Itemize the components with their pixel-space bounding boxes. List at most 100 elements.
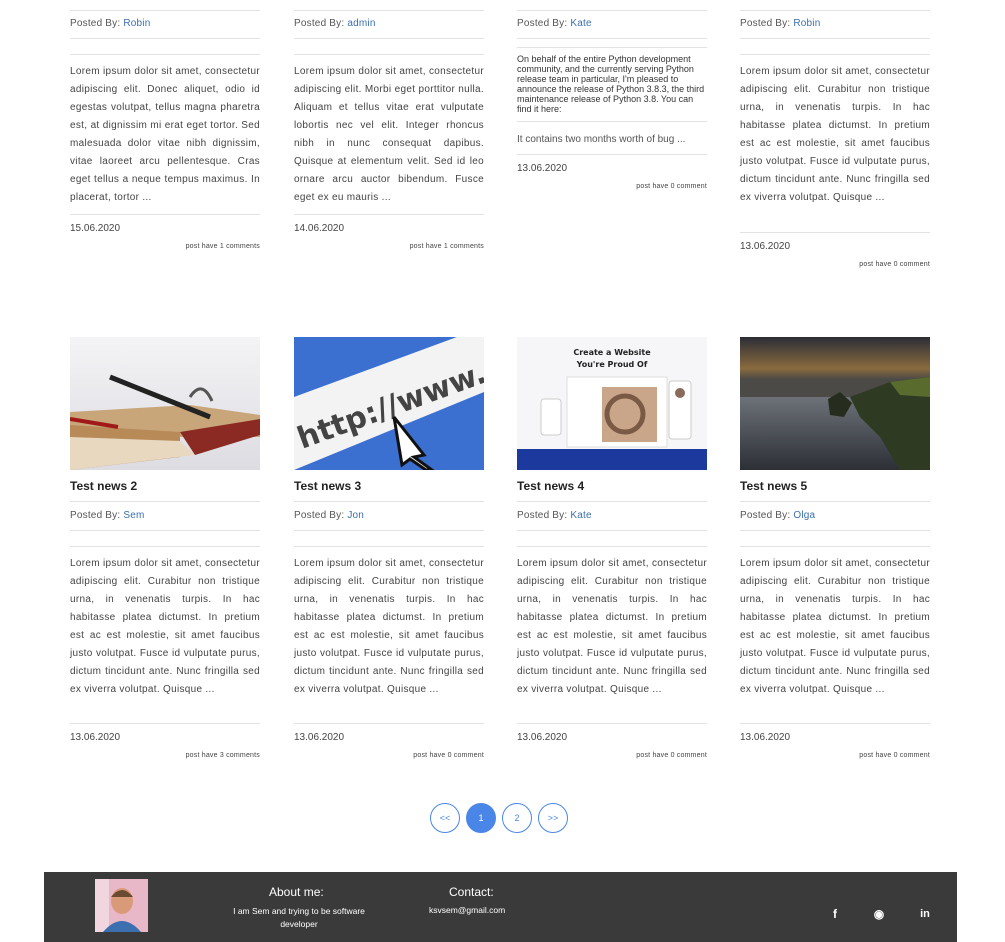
divider	[294, 38, 484, 39]
github-icon[interactable]: ◉	[871, 906, 887, 922]
divider	[70, 546, 260, 547]
post-date: 15.06.2020	[70, 223, 121, 234]
divider	[740, 54, 930, 55]
author-link[interactable]: Robin	[793, 18, 820, 29]
footer-contact-title: Contact:	[449, 885, 494, 899]
divider	[294, 546, 484, 547]
posted-by-label: Posted By:	[294, 18, 345, 29]
next-page-button[interactable]: >>	[538, 803, 568, 833]
pagination: << 1 2 >>	[430, 803, 568, 833]
post-excerpt: Lorem ipsum dolor sit amet, consectetur …	[294, 558, 484, 695]
comments-count[interactable]: post have 0 comment	[294, 752, 484, 759]
post-meta: Posted By: Robin	[740, 18, 820, 29]
facebook-icon[interactable]: f	[827, 906, 843, 922]
author-link[interactable]: Kate	[570, 18, 591, 29]
post-meta: Posted By: Olga	[740, 510, 815, 521]
posted-by-label: Posted By:	[740, 18, 791, 29]
author-link[interactable]: Sem	[123, 510, 144, 521]
post-thumbnail[interactable]: Create a Website You're Proud Of	[517, 337, 707, 470]
post-date: 13.06.2020	[517, 732, 568, 743]
post-excerpt: On behalf of the entire Python developme…	[517, 54, 705, 114]
divider	[740, 38, 930, 39]
divider	[294, 501, 484, 502]
comments-count[interactable]: post have 0 comment	[517, 183, 707, 190]
coastal-cliffs-image	[740, 337, 930, 470]
comments-count[interactable]: post have 1 comments	[70, 243, 260, 250]
post-excerpt: Lorem ipsum dolor sit amet, consectetur …	[740, 558, 930, 695]
linkedin-icon[interactable]: in	[917, 906, 933, 922]
pen-notebook-image	[70, 337, 260, 470]
divider	[517, 121, 707, 122]
post-meta: Posted By: Kate	[517, 18, 592, 29]
divider	[294, 10, 484, 11]
comments-count[interactable]: post have 0 comment	[740, 261, 930, 268]
post-excerpt: Lorem ipsum dolor sit amet, consectetur …	[294, 66, 484, 203]
post-title[interactable]: Test news 5	[740, 479, 807, 493]
image-headline-1: Create a Website	[573, 348, 651, 357]
site-footer: About me: I am Sem and trying to be soft…	[44, 872, 957, 942]
divider	[740, 232, 930, 233]
author-photo	[95, 879, 148, 932]
comments-count[interactable]: post have 0 comment	[517, 752, 707, 759]
post-date: 13.06.2020	[740, 241, 791, 252]
divider	[517, 47, 707, 48]
author-link[interactable]: Robin	[123, 18, 150, 29]
divider	[517, 723, 707, 724]
comments-count[interactable]: post have 1 comments	[294, 243, 484, 250]
comments-count[interactable]: post have 0 comment	[740, 752, 930, 759]
divider	[70, 10, 260, 11]
posted-by-label: Posted By:	[740, 510, 791, 521]
divider	[517, 38, 707, 39]
divider	[517, 546, 707, 547]
post-title[interactable]: Test news 4	[517, 479, 584, 493]
divider	[740, 10, 930, 11]
post-excerpt: Lorem ipsum dolor sit amet, consectetur …	[517, 558, 707, 695]
post-date: 14.06.2020	[294, 223, 345, 234]
comments-count[interactable]: post have 3 comments	[70, 752, 260, 759]
divider	[294, 54, 484, 55]
page-2-button[interactable]: 2	[502, 803, 532, 833]
divider	[294, 214, 484, 215]
posted-by-label: Posted By:	[70, 18, 121, 29]
post-thumbnail[interactable]	[740, 337, 930, 470]
divider	[517, 501, 707, 502]
footer-contact-email[interactable]: ksvsem@gmail.com	[429, 905, 505, 915]
divider	[70, 214, 260, 215]
post-title[interactable]: Test news 2	[70, 479, 137, 493]
post-date: 13.06.2020	[70, 732, 121, 743]
divider	[70, 38, 260, 39]
divider	[740, 501, 930, 502]
author-link[interactable]: admin	[347, 18, 375, 29]
avatar	[95, 879, 148, 932]
image-headline-2: You're Proud Of	[576, 360, 648, 369]
divider	[70, 501, 260, 502]
posted-by-label: Posted By:	[517, 510, 568, 521]
post-thumbnail[interactable]: http://www.	[294, 337, 484, 470]
post-excerpt: Lorem ipsum dolor sit amet, consectetur …	[70, 558, 260, 695]
post-meta: Posted By: Robin	[70, 18, 150, 29]
author-link[interactable]: Kate	[570, 510, 591, 521]
post-meta: Posted By: Jon	[294, 510, 364, 521]
post-meta: Posted By: Sem	[70, 510, 145, 521]
post-meta: Posted By: admin	[294, 18, 376, 29]
post-thumbnail[interactable]	[70, 337, 260, 470]
divider	[740, 530, 930, 531]
divider	[517, 10, 707, 11]
divider	[517, 530, 707, 531]
author-link[interactable]: Jon	[347, 510, 364, 521]
page-1-button[interactable]: 1	[466, 803, 496, 833]
prev-page-button[interactable]: <<	[430, 803, 460, 833]
post-excerpt-tail: It contains two months worth of bug ...	[517, 134, 686, 145]
divider	[294, 530, 484, 531]
http-address-image: http://www.	[294, 337, 484, 470]
post-date: 13.06.2020	[740, 732, 791, 743]
post-excerpt: Lorem ipsum dolor sit amet, consectetur …	[740, 66, 930, 203]
posted-by-label: Posted By:	[294, 510, 345, 521]
divider	[70, 723, 260, 724]
divider	[740, 723, 930, 724]
post-title[interactable]: Test news 3	[294, 479, 361, 493]
author-link[interactable]: Olga	[793, 510, 815, 521]
posted-by-label: Posted By:	[70, 510, 121, 521]
footer-about-title: About me:	[269, 885, 324, 899]
divider	[70, 54, 260, 55]
